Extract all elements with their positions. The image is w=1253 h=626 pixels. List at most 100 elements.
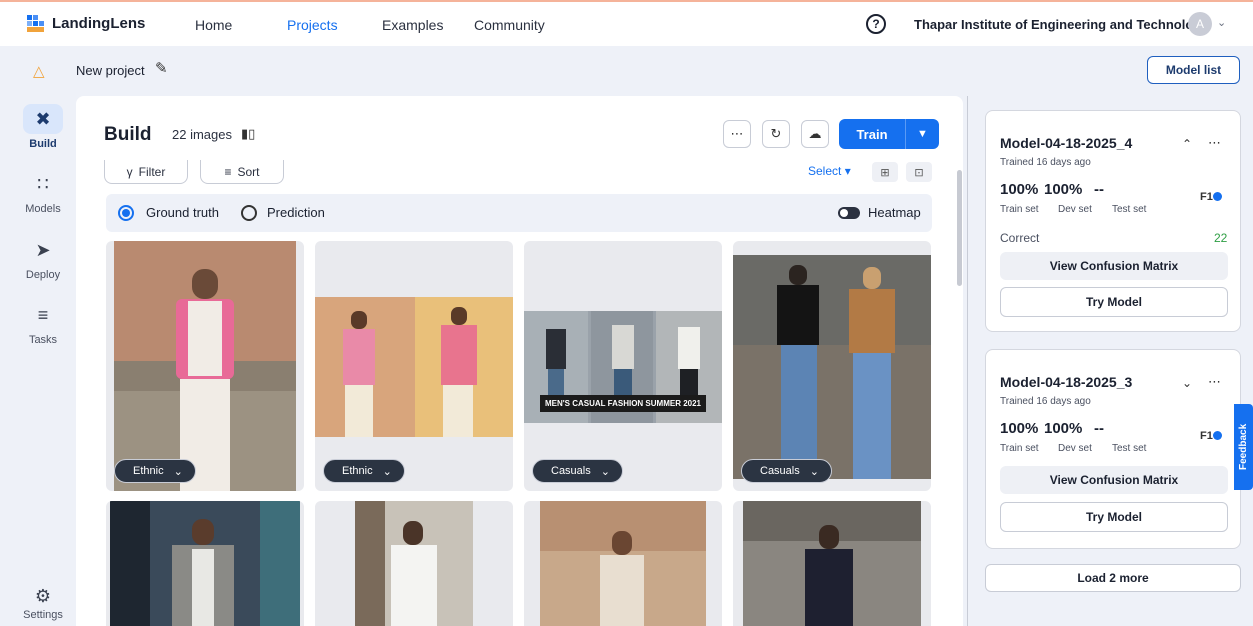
feedback-tab[interactable]: Feedback: [1234, 404, 1253, 490]
load-more-button[interactable]: Load 2 more: [985, 564, 1241, 592]
scrollbar[interactable]: [957, 170, 962, 286]
build-panel: Build 22 images ▮▯ ⋯ ↻ ☁ Train ▼ γ Filte…: [76, 96, 963, 626]
image-card[interactable]: [106, 501, 304, 626]
sort-label: Sort: [237, 164, 260, 179]
model-list-button[interactable]: Model list: [1147, 56, 1240, 84]
view-confusion-matrix-button[interactable]: View Confusion Matrix: [1000, 466, 1228, 494]
info-icon: [1212, 192, 1222, 201]
crop-icon[interactable]: ⊡: [906, 162, 932, 182]
sidebar-item-deploy[interactable]: ➤ Deploy: [0, 235, 86, 281]
nav-community[interactable]: Community: [474, 17, 545, 33]
sidebar-item-label: Deploy: [25, 269, 61, 281]
chevron-up-icon[interactable]: ⌃: [1182, 137, 1192, 151]
sidebar-item-settings[interactable]: ⚙ Settings: [0, 585, 86, 621]
tag-label: Casuals: [551, 465, 591, 477]
image-thumbnail: [110, 501, 300, 626]
help-icon[interactable]: ?: [866, 14, 886, 34]
network-icon: ∷: [37, 174, 49, 194]
ellipsis-icon: ⋯: [730, 126, 744, 141]
test-set-score: --: [1094, 420, 1104, 437]
ellipsis-icon[interactable]: ⋯: [1208, 374, 1222, 390]
model-trained-time: Trained 16 days ago: [1000, 396, 1091, 407]
tag-label: Ethnic: [133, 465, 164, 477]
info-icon: [1212, 431, 1222, 440]
nav-projects[interactable]: Projects: [287, 17, 338, 33]
image-card[interactable]: MEN'S CASUAL FASHION SUMMER 2021 Casuals…: [524, 241, 722, 491]
ground-truth-radio[interactable]: [118, 205, 134, 221]
class-tag[interactable]: Casuals ⌄: [741, 459, 832, 483]
brand-name: LandingLens: [52, 14, 146, 32]
image-thumbnail: [743, 501, 921, 626]
history-button[interactable]: ↻: [762, 120, 790, 148]
project-name: New project: [76, 63, 145, 78]
correct-label: Correct: [1000, 231, 1040, 245]
nav-home[interactable]: Home: [195, 17, 232, 33]
sidebar-item-build[interactable]: ✖ Build: [0, 104, 86, 150]
sort-icon: ≡: [224, 164, 232, 179]
sidebar-item-tasks[interactable]: ≡ Tasks: [0, 300, 86, 346]
test-set-label: Test set: [1112, 443, 1147, 454]
add-image-icon[interactable]: ⊞: [872, 162, 898, 182]
more-options-button[interactable]: ⋯: [723, 120, 751, 148]
ellipsis-icon[interactable]: ⋯: [1208, 135, 1222, 151]
image-card[interactable]: [524, 501, 722, 626]
pencil-icon[interactable]: ✎: [155, 59, 168, 77]
metric-info[interactable]: F1: [1200, 430, 1222, 442]
bar-chart-icon[interactable]: ▮▯: [241, 126, 255, 142]
train-set-label: Train set: [1000, 443, 1039, 454]
filter-label: Filter: [138, 164, 166, 179]
try-model-button[interactable]: Try Model: [1000, 287, 1228, 317]
test-set-label: Test set: [1112, 204, 1147, 215]
train-button[interactable]: Train ▼: [839, 119, 939, 149]
sidebar-item-models[interactable]: ∷ Models: [0, 169, 86, 215]
class-tag[interactable]: Ethnic ⌄: [114, 459, 196, 483]
class-tag[interactable]: Ethnic ⌄: [323, 459, 405, 483]
model-card: Model-04-18-2025_4 Trained 16 days ago ⌃…: [985, 110, 1241, 332]
try-model-button[interactable]: Try Model: [1000, 502, 1228, 532]
model-trained-time: Trained 16 days ago: [1000, 157, 1091, 168]
avatar[interactable]: A: [1188, 12, 1212, 36]
chevron-down-icon[interactable]: ⌄: [1182, 376, 1192, 390]
view-mode-bar: Ground truth Prediction Heatmap: [106, 194, 932, 232]
heatmap-toggle[interactable]: [838, 207, 860, 219]
tag-label: Ethnic: [342, 465, 373, 477]
image-card[interactable]: [733, 501, 931, 626]
image-card[interactable]: Ethnic ⌄: [106, 241, 304, 491]
filter-button[interactable]: γ Filter: [104, 160, 188, 184]
filter-icon: γ: [126, 164, 133, 179]
image-thumbnail: [355, 501, 473, 626]
sidebar-item-label: Tasks: [28, 334, 58, 346]
model-card: Model-04-18-2025_3 Trained 16 days ago ⌄…: [985, 349, 1241, 549]
project-bar: △ New project ✎ Model list: [0, 46, 1253, 94]
sidebar-item-label: Models: [25, 203, 61, 215]
history-icon: ↻: [770, 126, 782, 141]
chevron-down-icon[interactable]: ⌄: [1217, 16, 1226, 29]
sort-button[interactable]: ≡ Sort: [200, 160, 284, 184]
prediction-label: Prediction: [267, 205, 325, 220]
brand-logo[interactable]: LandingLens: [26, 13, 145, 33]
train-set-label: Train set: [1000, 204, 1039, 215]
correct-count: 22: [1214, 231, 1228, 245]
landinglens-logo-icon: [27, 15, 44, 32]
metric-label: F1: [1200, 191, 1213, 203]
image-card[interactable]: Casuals ⌄: [733, 241, 931, 491]
view-confusion-matrix-button[interactable]: View Confusion Matrix: [1000, 252, 1228, 280]
organization-name[interactable]: Thapar Institute of Engineering and Tech…: [914, 17, 1208, 32]
upload-button[interactable]: ☁: [801, 120, 829, 148]
train-label: Train: [856, 126, 888, 142]
image-card[interactable]: [315, 501, 513, 626]
model-name: Model-04-18-2025_4: [1000, 135, 1133, 151]
chevron-down-icon: ⌄: [809, 465, 819, 478]
metric-info[interactable]: F1: [1200, 191, 1222, 203]
tag-label: Casuals: [760, 465, 800, 477]
select-dropdown[interactable]: Select ▾: [808, 164, 851, 178]
nav-examples[interactable]: Examples: [382, 17, 443, 33]
cloud-upload-icon: ☁: [808, 126, 822, 141]
chevron-down-icon: ⌄: [600, 465, 610, 478]
prediction-radio[interactable]: [241, 205, 257, 221]
image-thumbnail: [315, 297, 513, 437]
image-card[interactable]: Ethnic ⌄: [315, 241, 513, 491]
model-name: Model-04-18-2025_3: [1000, 374, 1133, 390]
chevron-down-icon[interactable]: ▼: [906, 128, 939, 140]
class-tag[interactable]: Casuals ⌄: [532, 459, 623, 483]
